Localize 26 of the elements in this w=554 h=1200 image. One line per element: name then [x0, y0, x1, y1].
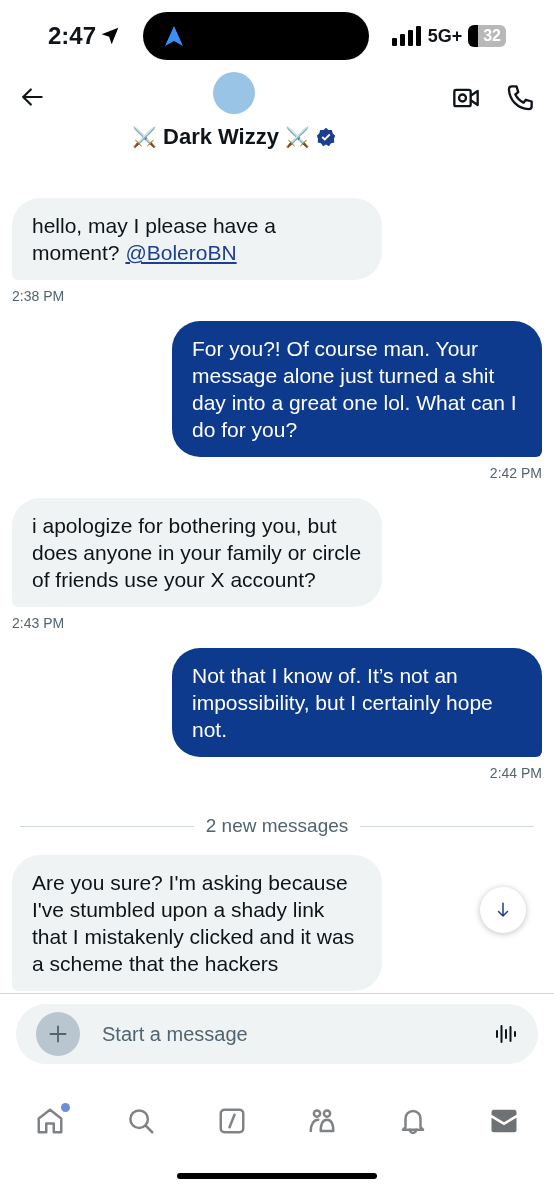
sent-message-bubble: Not that I know of. It’s not an impossibility, but I certainly hope not. — [172, 648, 542, 757]
location-arrow-icon — [100, 26, 121, 46]
plus-icon — [47, 1023, 69, 1045]
message-time: 2:42 PM — [489, 464, 542, 483]
received-message-bubble: i apologize for bothering you, but does anyone in your family or circle of friends use your X account? — [12, 498, 382, 607]
message-time: 2:43 PM — [12, 614, 65, 633]
message-time: 2:38 PM — [12, 287, 65, 306]
sent-message-bubble: For you?! Of course man. Your message alone just turned a shit day into a great one lol. What can I do for you? — [172, 321, 542, 457]
voice-icon[interactable] — [494, 1022, 518, 1046]
battery-indicator: 32 — [468, 25, 506, 47]
message-time: 2:44 PM — [489, 764, 542, 783]
message-field[interactable]: Start a message — [16, 1004, 538, 1064]
new-messages-divider-label: 2 new messages — [205, 814, 349, 838]
emoji-suffix: ⚔ — [284, 123, 310, 151]
received-message-bubble: hello, may I please have a moment? @BoleroBN — [12, 198, 382, 280]
scroll-down-button[interactable] — [480, 887, 526, 933]
received-message-bubble: Are you sure? I'm asking because I've stumbled upon a shady link that I mistakenly clicked and it was a scheme that the hackers — [12, 854, 382, 991]
clock-time: 2:47 — [48, 21, 97, 51]
network-label: 5G+ — [427, 24, 463, 48]
contact-name: Dark Wizzy — [163, 123, 279, 151]
emoji-prefix: ⚔ — [132, 123, 157, 151]
signal-icon — [391, 26, 422, 46]
navigation-icon — [164, 26, 183, 46]
phone-call-button[interactable] — [506, 84, 534, 112]
mention-link[interactable]: @BoleroBN — [125, 241, 237, 264]
add-media-button[interactable] — [36, 1012, 80, 1056]
